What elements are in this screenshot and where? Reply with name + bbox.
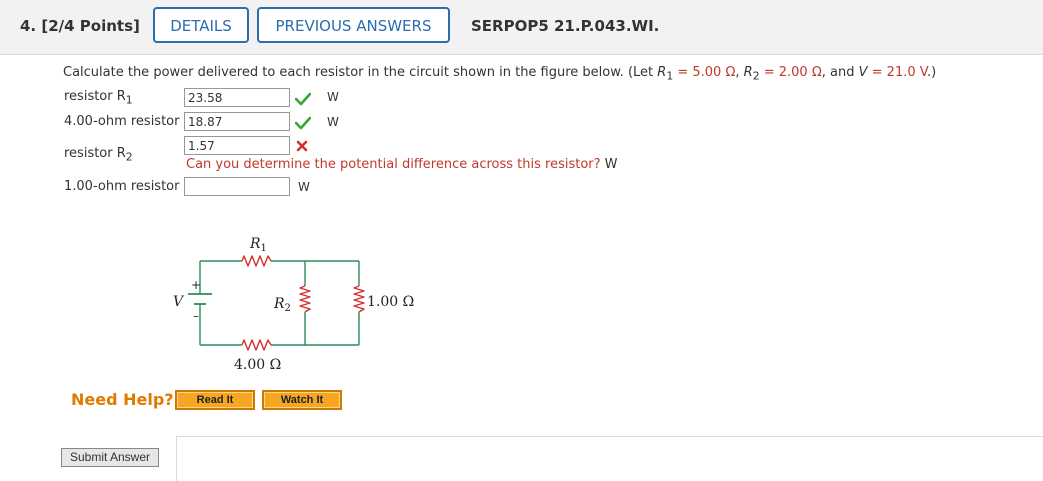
r4-label: 4.00 Ω xyxy=(234,357,281,373)
divider xyxy=(176,436,1043,437)
unit-label: W xyxy=(298,180,310,194)
need-help-label: Need Help? xyxy=(71,390,174,409)
previous-answers-button[interactable]: PREVIOUS ANSWERS xyxy=(257,7,450,43)
resistor-r2 xyxy=(299,285,311,313)
answer-input-4ohm[interactable] xyxy=(184,112,290,131)
resistor-1ohm xyxy=(353,285,365,313)
watch-it-button[interactable]: Watch It xyxy=(262,390,342,410)
read-it-button[interactable]: Read It xyxy=(175,390,255,410)
answer-label-4ohm: 4.00-ohm resistor xyxy=(64,114,180,129)
answer-input-r1[interactable] xyxy=(184,88,290,107)
circuit-diagram: R1 R2 V + – 4.00 Ω 1.00 Ω xyxy=(173,236,414,373)
resistor-r1 xyxy=(241,255,272,267)
answer-label-r1: resistor R1 xyxy=(64,89,133,107)
answer-label-r2: resistor R2 xyxy=(64,146,133,164)
question-header: 4. [2/4 Points] DETAILS PREVIOUS ANSWERS… xyxy=(0,0,1043,55)
check-icon xyxy=(295,116,311,130)
hint-text: Can you determine the potential differen… xyxy=(186,157,618,172)
submit-area: Submit Answer xyxy=(48,436,1043,481)
divider xyxy=(176,436,177,481)
details-button[interactable]: DETAILS xyxy=(153,7,249,43)
x-mark-icon xyxy=(296,140,308,152)
r2-label: R2 xyxy=(273,296,291,314)
answer-input-r2[interactable] xyxy=(184,136,290,155)
plus-sign: + xyxy=(191,278,201,292)
r1-label: R1 xyxy=(249,236,267,254)
minus-sign: – xyxy=(193,309,199,323)
r1ohm-label: 1.00 Ω xyxy=(367,294,414,310)
answer-label-1ohm: 1.00-ohm resistor xyxy=(64,179,180,194)
unit-label: W xyxy=(327,90,339,104)
answer-input-1ohm[interactable] xyxy=(184,177,290,196)
submit-answer-button[interactable]: Submit Answer xyxy=(61,448,159,467)
resistor-4ohm xyxy=(241,339,272,351)
check-icon xyxy=(295,92,311,106)
problem-code: SERPOP5 21.P.043.WI. xyxy=(471,17,660,35)
v-label: V xyxy=(173,294,185,310)
question-text: Calculate the power delivered to each re… xyxy=(63,65,937,83)
question-number: 4. [2/4 Points] xyxy=(20,17,140,35)
unit-label: W xyxy=(327,115,339,129)
